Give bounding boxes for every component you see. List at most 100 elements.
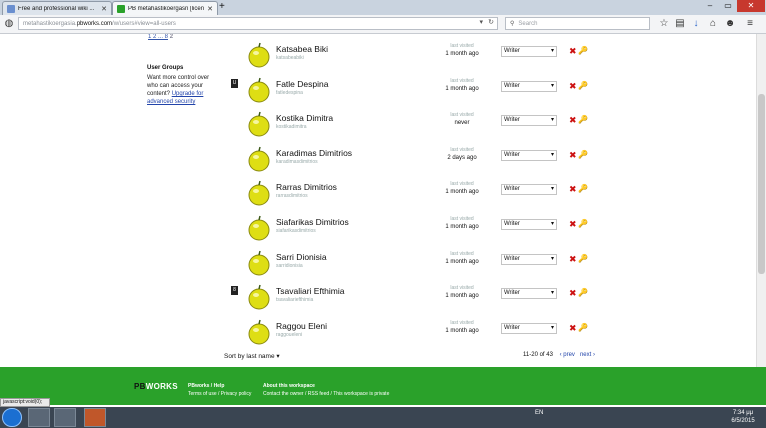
remove-user-icon[interactable]: ✖: [569, 184, 577, 194]
key-icon[interactable]: 🔑: [578, 115, 588, 125]
window-close-icon[interactable]: ✕: [737, 0, 765, 12]
remove-user-icon[interactable]: ✖: [569, 219, 577, 229]
footer-terms-link[interactable]: Terms of use / Privacy policy: [188, 390, 251, 398]
reading-list-icon[interactable]: ▤: [674, 18, 686, 30]
role-value: Writer: [504, 290, 520, 297]
user-name[interactable]: Sarri Dionisia: [276, 252, 327, 262]
user-groups-title: User Groups: [147, 65, 184, 71]
footer-contact-links[interactable]: Contact the owner / RSS feed / This work…: [263, 390, 389, 398]
user-avatar[interactable]: [247, 180, 271, 206]
footer-help-link[interactable]: PBworks / Help: [188, 382, 251, 390]
remove-user-icon[interactable]: ✖: [569, 81, 577, 91]
chevron-down-icon: ▾: [550, 186, 554, 193]
user-name[interactable]: Karadimas Dimitrios: [276, 148, 352, 158]
tab-pbworks[interactable]: PB metahastikoergasn [licen... ✕: [112, 1, 218, 15]
user-avatar[interactable]: [247, 250, 271, 276]
role-select[interactable]: Writer ▾: [501, 253, 557, 265]
explorer-icon[interactable]: [28, 408, 50, 427]
system-tray: EN: [535, 410, 543, 416]
dropdown-arrow-icon[interactable]: ▾: [479, 18, 483, 26]
key-icon[interactable]: 🔑: [578, 150, 588, 160]
role-select[interactable]: Writer ▾: [501, 149, 557, 161]
role-select[interactable]: Writer ▾: [501, 46, 557, 57]
bookmark-star-icon[interactable]: ☆: [658, 18, 670, 30]
home-icon[interactable]: ⌂: [707, 18, 719, 30]
role-select[interactable]: Writer ▾: [501, 115, 557, 127]
search-icon: ⚲: [510, 21, 515, 27]
pager-links[interactable]: 1 2 ... 8: [148, 34, 168, 40]
remove-user-icon[interactable]: ✖: [569, 254, 577, 264]
key-icon[interactable]: 🔑: [578, 46, 588, 56]
last-visited-value: 2 days ago: [447, 154, 477, 161]
user-avatar[interactable]: [247, 42, 271, 68]
key-icon[interactable]: 🔑: [578, 81, 588, 91]
last-visited-label: last visited: [450, 250, 474, 257]
chevron-down-icon: ▾: [550, 117, 554, 124]
close-tab-icon[interactable]: ✕: [101, 5, 107, 13]
user-avatar[interactable]: [247, 319, 271, 345]
role-value: Writer: [504, 255, 520, 262]
url-path: /w/users#view=all-users: [112, 20, 176, 27]
role-select[interactable]: Writer ▾: [501, 80, 557, 92]
last-visited-label: last visited: [450, 181, 474, 188]
prev-link[interactable]: ‹ prev: [560, 352, 575, 358]
user-avatar[interactable]: [247, 146, 271, 172]
user-name[interactable]: Kostika Dimitra: [276, 113, 333, 123]
identity-icon[interactable]: ◍: [3, 18, 15, 30]
user-name[interactable]: Rarras Dimitrios: [276, 182, 337, 192]
search-bar[interactable]: ⚲ Search: [505, 17, 650, 30]
user-name[interactable]: Siafarikas Dimitrios: [276, 217, 349, 227]
role-select[interactable]: Writer ▾: [501, 322, 557, 334]
url-domain: pbworks.com: [76, 20, 113, 27]
remove-user-icon[interactable]: ✖: [569, 46, 577, 56]
firefox-icon[interactable]: [84, 408, 106, 427]
clock[interactable]: 7:34 μμ 6/5/2015: [726, 409, 760, 425]
app-icon[interactable]: [54, 408, 76, 427]
start-button[interactable]: [2, 408, 22, 427]
user-avatar[interactable]: [247, 215, 271, 241]
key-icon[interactable]: 🔑: [578, 219, 588, 229]
user-name[interactable]: Raggou Eleni: [276, 321, 327, 331]
new-tab-icon[interactable]: +: [219, 1, 225, 13]
user-name[interactable]: Katsabea Biki: [276, 44, 328, 54]
user-avatar[interactable]: [247, 77, 271, 103]
user-name[interactable]: Tsavaliari Efthimia: [276, 286, 345, 296]
key-icon[interactable]: 🔑: [578, 323, 588, 333]
scrollbar-thumb[interactable]: [758, 94, 765, 274]
chevron-down-icon: ▾: [550, 255, 554, 262]
remove-user-icon[interactable]: ✖: [569, 288, 577, 298]
remove-user-icon[interactable]: ✖: [569, 150, 577, 160]
top-pager[interactable]: 1 2 ... 8 2: [148, 34, 173, 40]
user-login: sarridionisia: [276, 262, 303, 269]
maximize-icon[interactable]: ▭: [718, 0, 738, 12]
reload-icon[interactable]: ↻: [488, 18, 494, 26]
next-link[interactable]: next ›: [580, 352, 595, 358]
menu-icon[interactable]: ≡: [744, 18, 756, 30]
key-icon[interactable]: 🔑: [578, 288, 588, 298]
download-icon[interactable]: ↓: [690, 18, 702, 30]
minimize-icon[interactable]: –: [700, 0, 720, 12]
role-select[interactable]: Writer ▾: [501, 184, 557, 196]
user-name[interactable]: Fatle Despina: [276, 79, 328, 89]
pocket-icon[interactable]: ☻: [724, 18, 736, 30]
remove-user-icon[interactable]: ✖: [569, 115, 577, 125]
url-bar[interactable]: metahastikoergasia. pbworks.com/w/users#v…: [18, 17, 498, 30]
remove-user-icon[interactable]: ✖: [569, 323, 577, 333]
user-login: karadimasdimitrios: [276, 158, 318, 165]
user-avatar[interactable]: [247, 284, 271, 310]
user-avatar[interactable]: [247, 111, 271, 137]
role-select[interactable]: Writer ▾: [501, 288, 557, 300]
sort-select[interactable]: Sort by last name ▾: [224, 352, 280, 360]
pbworks-logo[interactable]: PBWORKS: [134, 382, 178, 391]
last-visited-label: last visited: [450, 77, 474, 84]
scrollbar[interactable]: [756, 34, 766, 367]
key-icon[interactable]: 🔑: [578, 184, 588, 194]
role-select[interactable]: Writer ▾: [501, 219, 557, 230]
close-tab-icon[interactable]: ✕: [207, 5, 213, 13]
key-icon[interactable]: 🔑: [578, 254, 588, 264]
chevron-down-icon: ▾: [550, 48, 554, 54]
chevron-down-icon: ▾: [550, 221, 554, 227]
tab-free-wiki[interactable]: Free and professional wiki ... ✕: [2, 1, 112, 15]
last-visited-value: 1 month ago: [445, 189, 479, 196]
language-indicator[interactable]: EN: [535, 410, 543, 416]
